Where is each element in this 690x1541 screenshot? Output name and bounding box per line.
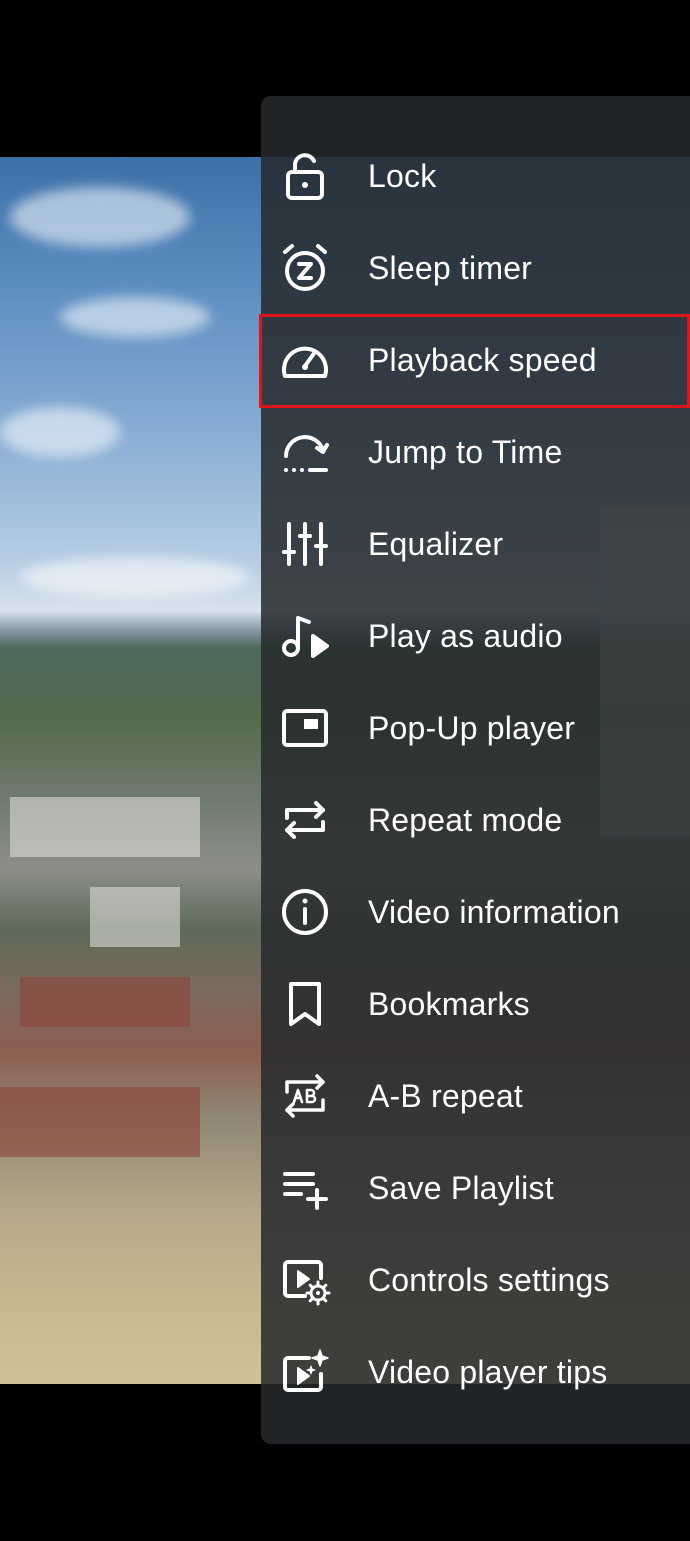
tips-icon xyxy=(279,1346,331,1398)
menu-item-lock[interactable]: Lock xyxy=(261,130,690,222)
menu-item-label: Video player tips xyxy=(368,1353,608,1390)
jump-to-time-icon xyxy=(279,426,331,478)
sleep-timer-icon xyxy=(279,242,331,294)
playlist-add-icon xyxy=(279,1162,331,1214)
menu-item-label: Jump to Time xyxy=(368,433,563,470)
menu-item-video-player-tips[interactable]: Video player tips xyxy=(261,1326,690,1418)
menu-item-label: Video information xyxy=(368,893,620,930)
cloud xyxy=(60,297,210,337)
bookmark-icon xyxy=(279,978,331,1030)
cloud xyxy=(20,557,250,597)
menu-item-ab-repeat[interactable]: A-B repeat xyxy=(261,1050,690,1142)
menu-item-video-information[interactable]: Video information xyxy=(261,866,690,958)
menu-item-label: Repeat mode xyxy=(368,801,563,838)
building xyxy=(10,797,200,857)
menu-item-label: Bookmarks xyxy=(368,985,530,1022)
menu-item-repeat-mode[interactable]: Repeat mode xyxy=(261,774,690,866)
building xyxy=(90,887,180,947)
menu-item-label: Lock xyxy=(368,157,437,194)
more-options-menu: Lock Sleep timer Playback speed Jump to … xyxy=(259,130,690,1418)
menu-item-popup-player[interactable]: Pop-Up player xyxy=(261,682,690,774)
popup-player-icon xyxy=(279,702,331,754)
equalizer-icon xyxy=(279,518,331,570)
menu-item-label: Pop-Up player xyxy=(368,709,576,746)
info-icon xyxy=(279,886,331,938)
menu-item-equalizer[interactable]: Equalizer xyxy=(261,498,690,590)
menu-item-label: Save Playlist xyxy=(368,1169,554,1206)
menu-item-controls-settings[interactable]: Controls settings xyxy=(261,1234,690,1326)
menu-item-play-as-audio[interactable]: Play as audio xyxy=(261,590,690,682)
play-as-audio-icon xyxy=(279,610,331,662)
menu-item-bookmarks[interactable]: Bookmarks xyxy=(261,958,690,1050)
controls-settings-icon xyxy=(279,1254,331,1306)
repeat-icon xyxy=(279,794,331,846)
menu-item-label: Playback speed xyxy=(368,341,597,378)
menu-item-label: Play as audio xyxy=(368,617,563,654)
menu-item-sleep-timer[interactable]: Sleep timer xyxy=(261,222,690,314)
menu-item-label: A-B repeat xyxy=(368,1077,523,1114)
cloud xyxy=(10,187,190,247)
roof xyxy=(20,977,190,1027)
menu-item-label: Sleep timer xyxy=(368,249,533,286)
speedometer-icon xyxy=(279,334,331,386)
menu-item-save-playlist[interactable]: Save Playlist xyxy=(261,1142,690,1234)
lock-icon xyxy=(279,150,331,202)
menu-item-label: Equalizer xyxy=(368,525,504,562)
roof xyxy=(0,1087,200,1157)
menu-item-playback-speed[interactable]: Playback speed xyxy=(259,314,690,408)
menu-item-jump-to-time[interactable]: Jump to Time xyxy=(261,406,690,498)
menu-item-label: Controls settings xyxy=(368,1261,610,1298)
cloud xyxy=(0,407,120,457)
ab-repeat-icon xyxy=(279,1070,331,1122)
